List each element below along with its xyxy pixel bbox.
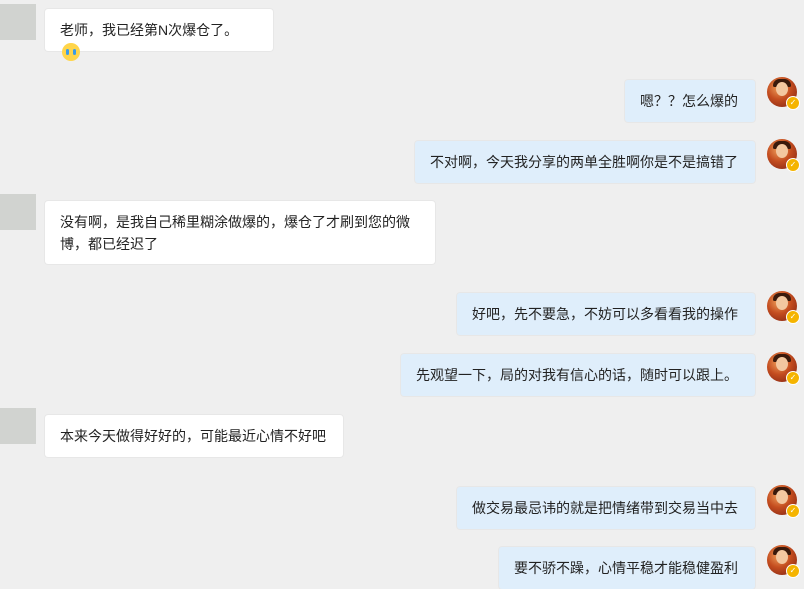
verified-badge-icon: ✓ — [786, 504, 800, 518]
crying-face-emoji-icon — [62, 43, 80, 61]
avatar-face — [776, 296, 788, 310]
message-bubble-outgoing: 做交易最忌讳的就是把情绪带到交易当中去 — [457, 487, 755, 529]
message-bubble-outgoing: 先观望一下，局的对我有信心的话，随时可以跟上。 — [401, 354, 755, 396]
message-bubble-incoming: 没有啊，是我自己稀里糊涂做爆的，爆仓了才刷到您的微 博，都已经迟了 — [45, 201, 435, 264]
message-text: 没有啊，是我自己稀里糊涂做爆的，爆仓了才刷到您的微 博，都已经迟了 — [60, 201, 420, 255]
message-text: 先观望一下，局的对我有信心的话，随时可以跟上。 — [416, 367, 738, 383]
user-avatar[interactable]: ✓ — [767, 545, 800, 578]
message-text: 本来今天做得好好的，可能最近心情不好吧 — [60, 428, 326, 444]
message-text: 老师，我已经第N次爆仓了。 — [60, 9, 258, 63]
message-bubble-outgoing: 好吧，先不要急，不妨可以多看看我的操作 — [457, 293, 755, 335]
contact-avatar[interactable] — [0, 194, 36, 230]
message-line-1: 没有啊，是我自己稀里糊涂做爆的，爆仓了才刷到您的微 — [60, 214, 410, 230]
user-avatar[interactable]: ✓ — [767, 485, 800, 518]
avatar-face — [776, 357, 788, 371]
message-text: 好吧，先不要急，不妨可以多看看我的操作 — [472, 306, 738, 322]
verified-badge-icon: ✓ — [786, 371, 800, 385]
avatar-face — [776, 82, 788, 96]
message-bubble-outgoing: 不对啊，今天我分享的两单全胜啊你是不是搞错了 — [415, 141, 755, 183]
contact-avatar[interactable] — [0, 408, 36, 444]
message-line-2: 博，都已经迟了 — [60, 236, 158, 252]
message-text: 不对啊，今天我分享的两单全胜啊你是不是搞错了 — [430, 154, 738, 170]
verified-badge-icon: ✓ — [786, 564, 800, 578]
avatar-face — [776, 490, 788, 504]
avatar-face — [776, 550, 788, 564]
message-bubble-incoming: 本来今天做得好好的，可能最近心情不好吧 — [45, 415, 343, 457]
contact-avatar[interactable] — [0, 4, 36, 40]
verified-badge-icon: ✓ — [786, 96, 800, 110]
message-bubble-outgoing: 嗯？？怎么爆的 — [625, 80, 755, 122]
message-text: 要不骄不躁，心情平稳才能稳健盈利 — [514, 560, 738, 576]
verified-badge-icon: ✓ — [786, 158, 800, 172]
verified-badge-icon: ✓ — [786, 310, 800, 324]
message-bubble-incoming: 老师，我已经第N次爆仓了。 — [45, 9, 273, 61]
avatar-face — [776, 144, 788, 158]
user-avatar[interactable]: ✓ — [767, 139, 800, 172]
message-text: 嗯？？怎么爆的 — [640, 93, 738, 109]
message-bubble-outgoing: 要不骄不躁，心情平稳才能稳健盈利 — [499, 547, 755, 589]
message-text: 做交易最忌讳的就是把情绪带到交易当中去 — [472, 500, 738, 516]
user-avatar[interactable]: ✓ — [767, 291, 800, 324]
user-avatar[interactable]: ✓ — [767, 352, 800, 385]
user-avatar[interactable]: ✓ — [767, 77, 800, 110]
